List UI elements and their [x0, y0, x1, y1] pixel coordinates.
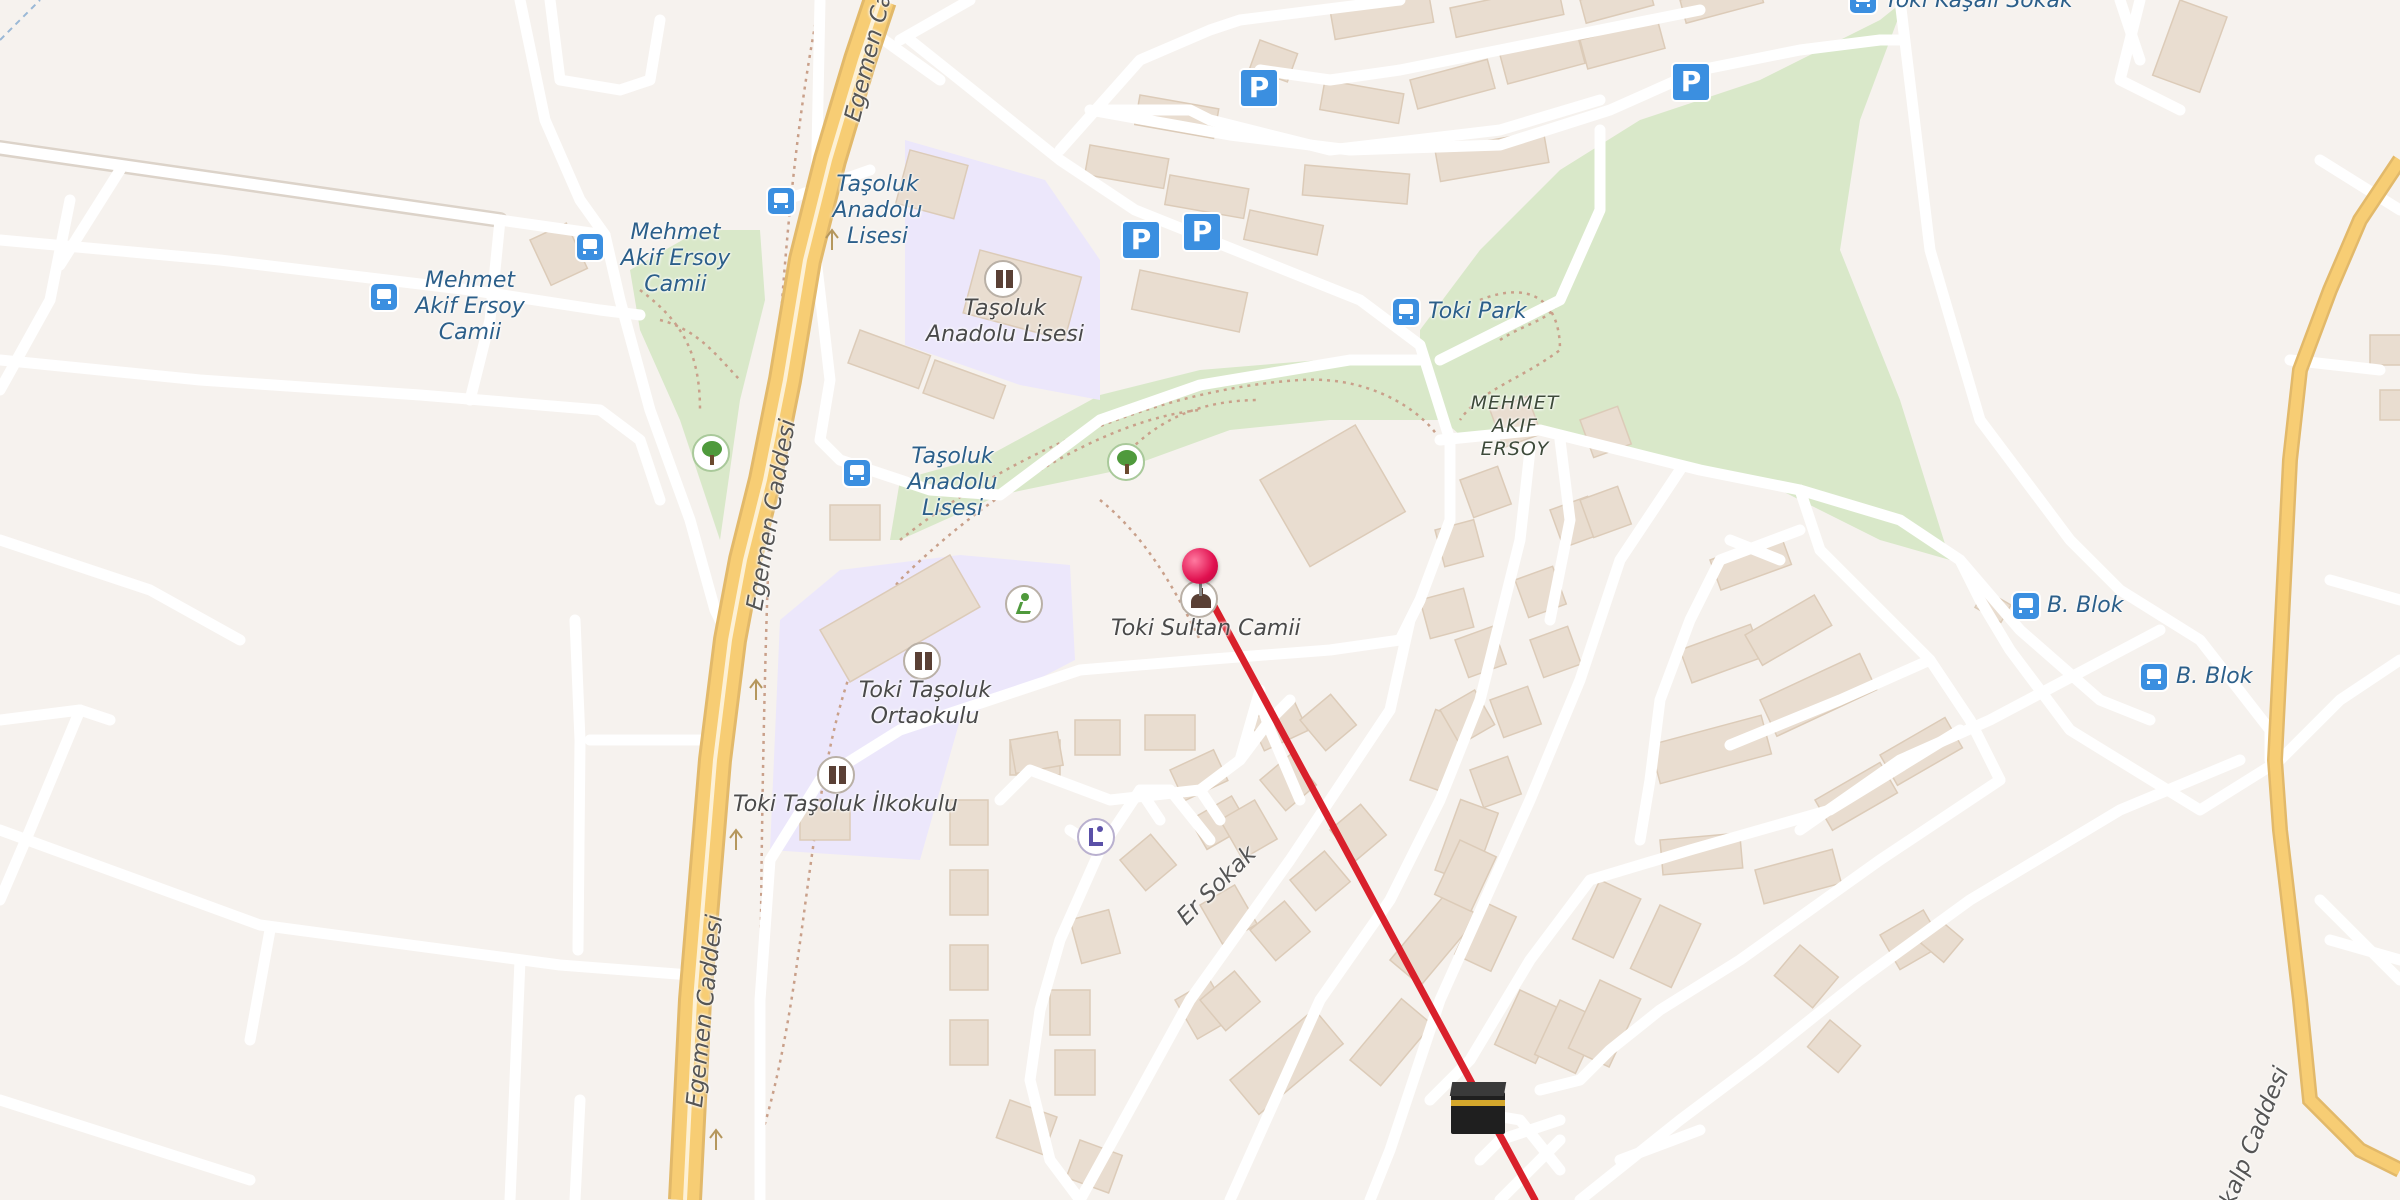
poi-label-school-lisesi[interactable]: Taşoluk Anadolu Lisesi	[925, 296, 1085, 348]
parking-icon[interactable]: P	[1241, 70, 1277, 106]
bus-stop-icon[interactable]	[768, 188, 794, 214]
bus-stop-icon[interactable]	[2013, 593, 2039, 619]
bus-stop-label[interactable]: B. Blok	[2047, 593, 2123, 619]
bus-stop-icon[interactable]	[371, 284, 397, 310]
bus-stop-label[interactable]: Toki Park	[1428, 299, 1527, 325]
bus-stop-label[interactable]: B. Blok	[2176, 664, 2252, 690]
bus-stop-label[interactable]: Taşoluk Anadolu Lisesi	[800, 172, 955, 250]
tree-icon	[1107, 443, 1145, 481]
secondary-road-east	[2266, 155, 2400, 1178]
fitness-icon[interactable]	[1077, 818, 1115, 856]
poi-label-school-ilkokulu[interactable]: Toki Taşoluk İlkokulu	[733, 792, 958, 818]
park-label: MEHMET AKIF ERSOY	[1470, 392, 1560, 460]
sports-icon[interactable]	[1005, 585, 1043, 623]
bus-stop-icon[interactable]	[844, 460, 870, 486]
kaaba-gold-band	[1451, 1100, 1505, 1106]
poi-label-school-ortaokulu[interactable]: Toki Taşoluk Ortaokulu	[845, 678, 1005, 730]
poi-label-mosque[interactable]: Toki Sultan Camii	[1111, 616, 1301, 642]
parking-icon[interactable]: P	[1123, 222, 1159, 258]
bus-stop-label[interactable]: Mehmet Akif Ersoy Camii	[608, 220, 743, 298]
bus-stop-label[interactable]: Mehmet Akif Ersoy Camii	[405, 268, 535, 346]
bus-stop-icon[interactable]	[577, 234, 603, 260]
map-canvas[interactable]: Egemen Caddesi Egemen Caddesi Egemen Cad…	[0, 0, 2400, 1200]
school-icon[interactable]	[817, 756, 855, 794]
bus-stop-label[interactable]: Taşoluk Anadolu Lisesi	[875, 444, 1030, 522]
bus-stop-icon[interactable]	[2141, 664, 2167, 690]
kaaba-body	[1451, 1092, 1505, 1134]
kaaba-icon[interactable]	[1449, 1082, 1507, 1134]
bus-stop-label[interactable]: Toki Kaşalı Sokak	[1885, 0, 2073, 14]
parking-icon[interactable]: P	[1184, 214, 1220, 250]
bus-stop-icon[interactable]	[1393, 299, 1419, 325]
location-pin-icon[interactable]	[1182, 548, 1218, 584]
school-icon[interactable]	[984, 260, 1022, 298]
tree-icon	[692, 434, 730, 472]
kaaba-roof	[1449, 1082, 1507, 1096]
bus-stop-icon[interactable]	[1850, 0, 1876, 13]
school-icon[interactable]	[903, 642, 941, 680]
parking-icon[interactable]: P	[1673, 64, 1709, 100]
